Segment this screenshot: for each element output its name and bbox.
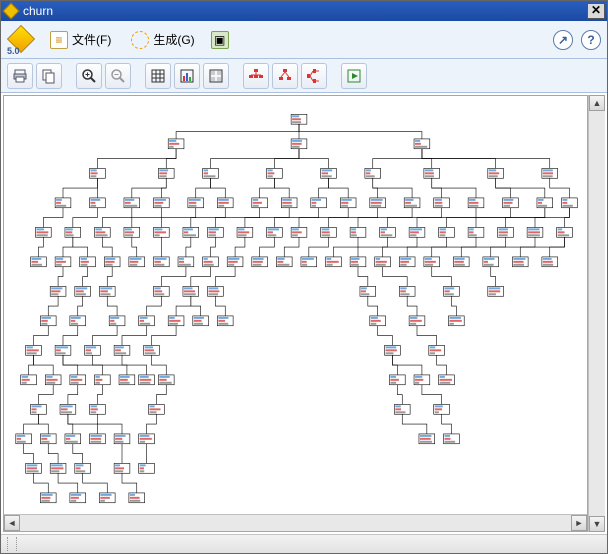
- tree-canvas[interactable]: [4, 96, 587, 514]
- vertical-scrollbar[interactable]: ▲ ▼: [588, 95, 605, 532]
- copy-icon: [41, 68, 57, 84]
- scroll-down-button[interactable]: ▼: [589, 516, 605, 532]
- view-table-button[interactable]: [145, 63, 171, 89]
- external-icon: ↗: [558, 33, 568, 47]
- print-button[interactable]: [7, 63, 33, 89]
- tree-mode-1-button[interactable]: [243, 63, 269, 89]
- scroll-up-button[interactable]: ▲: [589, 95, 605, 111]
- view-chart-button[interactable]: [174, 63, 200, 89]
- external-link-button[interactable]: ↗: [553, 30, 573, 50]
- app-logo: 5.0: [7, 25, 37, 55]
- go-icon: [346, 68, 362, 84]
- tree-mode-2-button[interactable]: [272, 63, 298, 89]
- status-bar: [1, 534, 607, 553]
- scroll-right-button[interactable]: ►: [571, 515, 587, 531]
- go-button[interactable]: [341, 63, 367, 89]
- canvas-wrap: ◄ ►: [3, 95, 588, 532]
- app-icon: ▣: [211, 31, 229, 49]
- scroll-left-button[interactable]: ◄: [4, 515, 20, 531]
- tree-mode-3-button[interactable]: [301, 63, 327, 89]
- window-title: churn: [23, 4, 587, 18]
- file-icon: ≡: [50, 31, 68, 49]
- menu-file-label: 文件(F): [72, 31, 111, 48]
- copy-button[interactable]: [36, 63, 62, 89]
- view-grid-icon: [208, 68, 224, 84]
- view-table-icon: [150, 68, 166, 84]
- menu-file[interactable]: ≡ 文件(F): [43, 28, 118, 52]
- close-button[interactable]: ✕: [587, 3, 605, 19]
- app-version: 5.0: [7, 46, 20, 56]
- menubar: 5.0 ≡ 文件(F) 生成(G) ▣ ↗ ?: [1, 21, 607, 59]
- help-button[interactable]: ?: [581, 30, 601, 50]
- print-icon: [12, 68, 28, 84]
- app-diamond-icon: [3, 3, 20, 20]
- zoom-out-icon: [110, 68, 126, 84]
- content-area: ◄ ► ▲ ▼: [1, 93, 607, 534]
- menu-generate-label: 生成(G): [153, 31, 194, 48]
- tree-icon-2: [277, 68, 293, 84]
- view-chart-icon: [179, 68, 195, 84]
- menu-app[interactable]: ▣: [208, 28, 232, 52]
- tree-icon-3: [306, 68, 322, 84]
- menu-generate[interactable]: 生成(G): [124, 28, 201, 52]
- zoom-in-icon: [81, 68, 97, 84]
- toolbar: [1, 59, 607, 93]
- zoom-out-button[interactable]: [105, 63, 131, 89]
- horizontal-scrollbar[interactable]: ◄ ►: [4, 514, 587, 531]
- view-grid-button[interactable]: [203, 63, 229, 89]
- zoom-in-button[interactable]: [76, 63, 102, 89]
- titlebar: churn ✕: [1, 1, 607, 21]
- grip-handle: [7, 537, 17, 551]
- help-icon: ?: [587, 33, 594, 47]
- tree-icon-1: [248, 68, 264, 84]
- generate-icon: [131, 31, 149, 49]
